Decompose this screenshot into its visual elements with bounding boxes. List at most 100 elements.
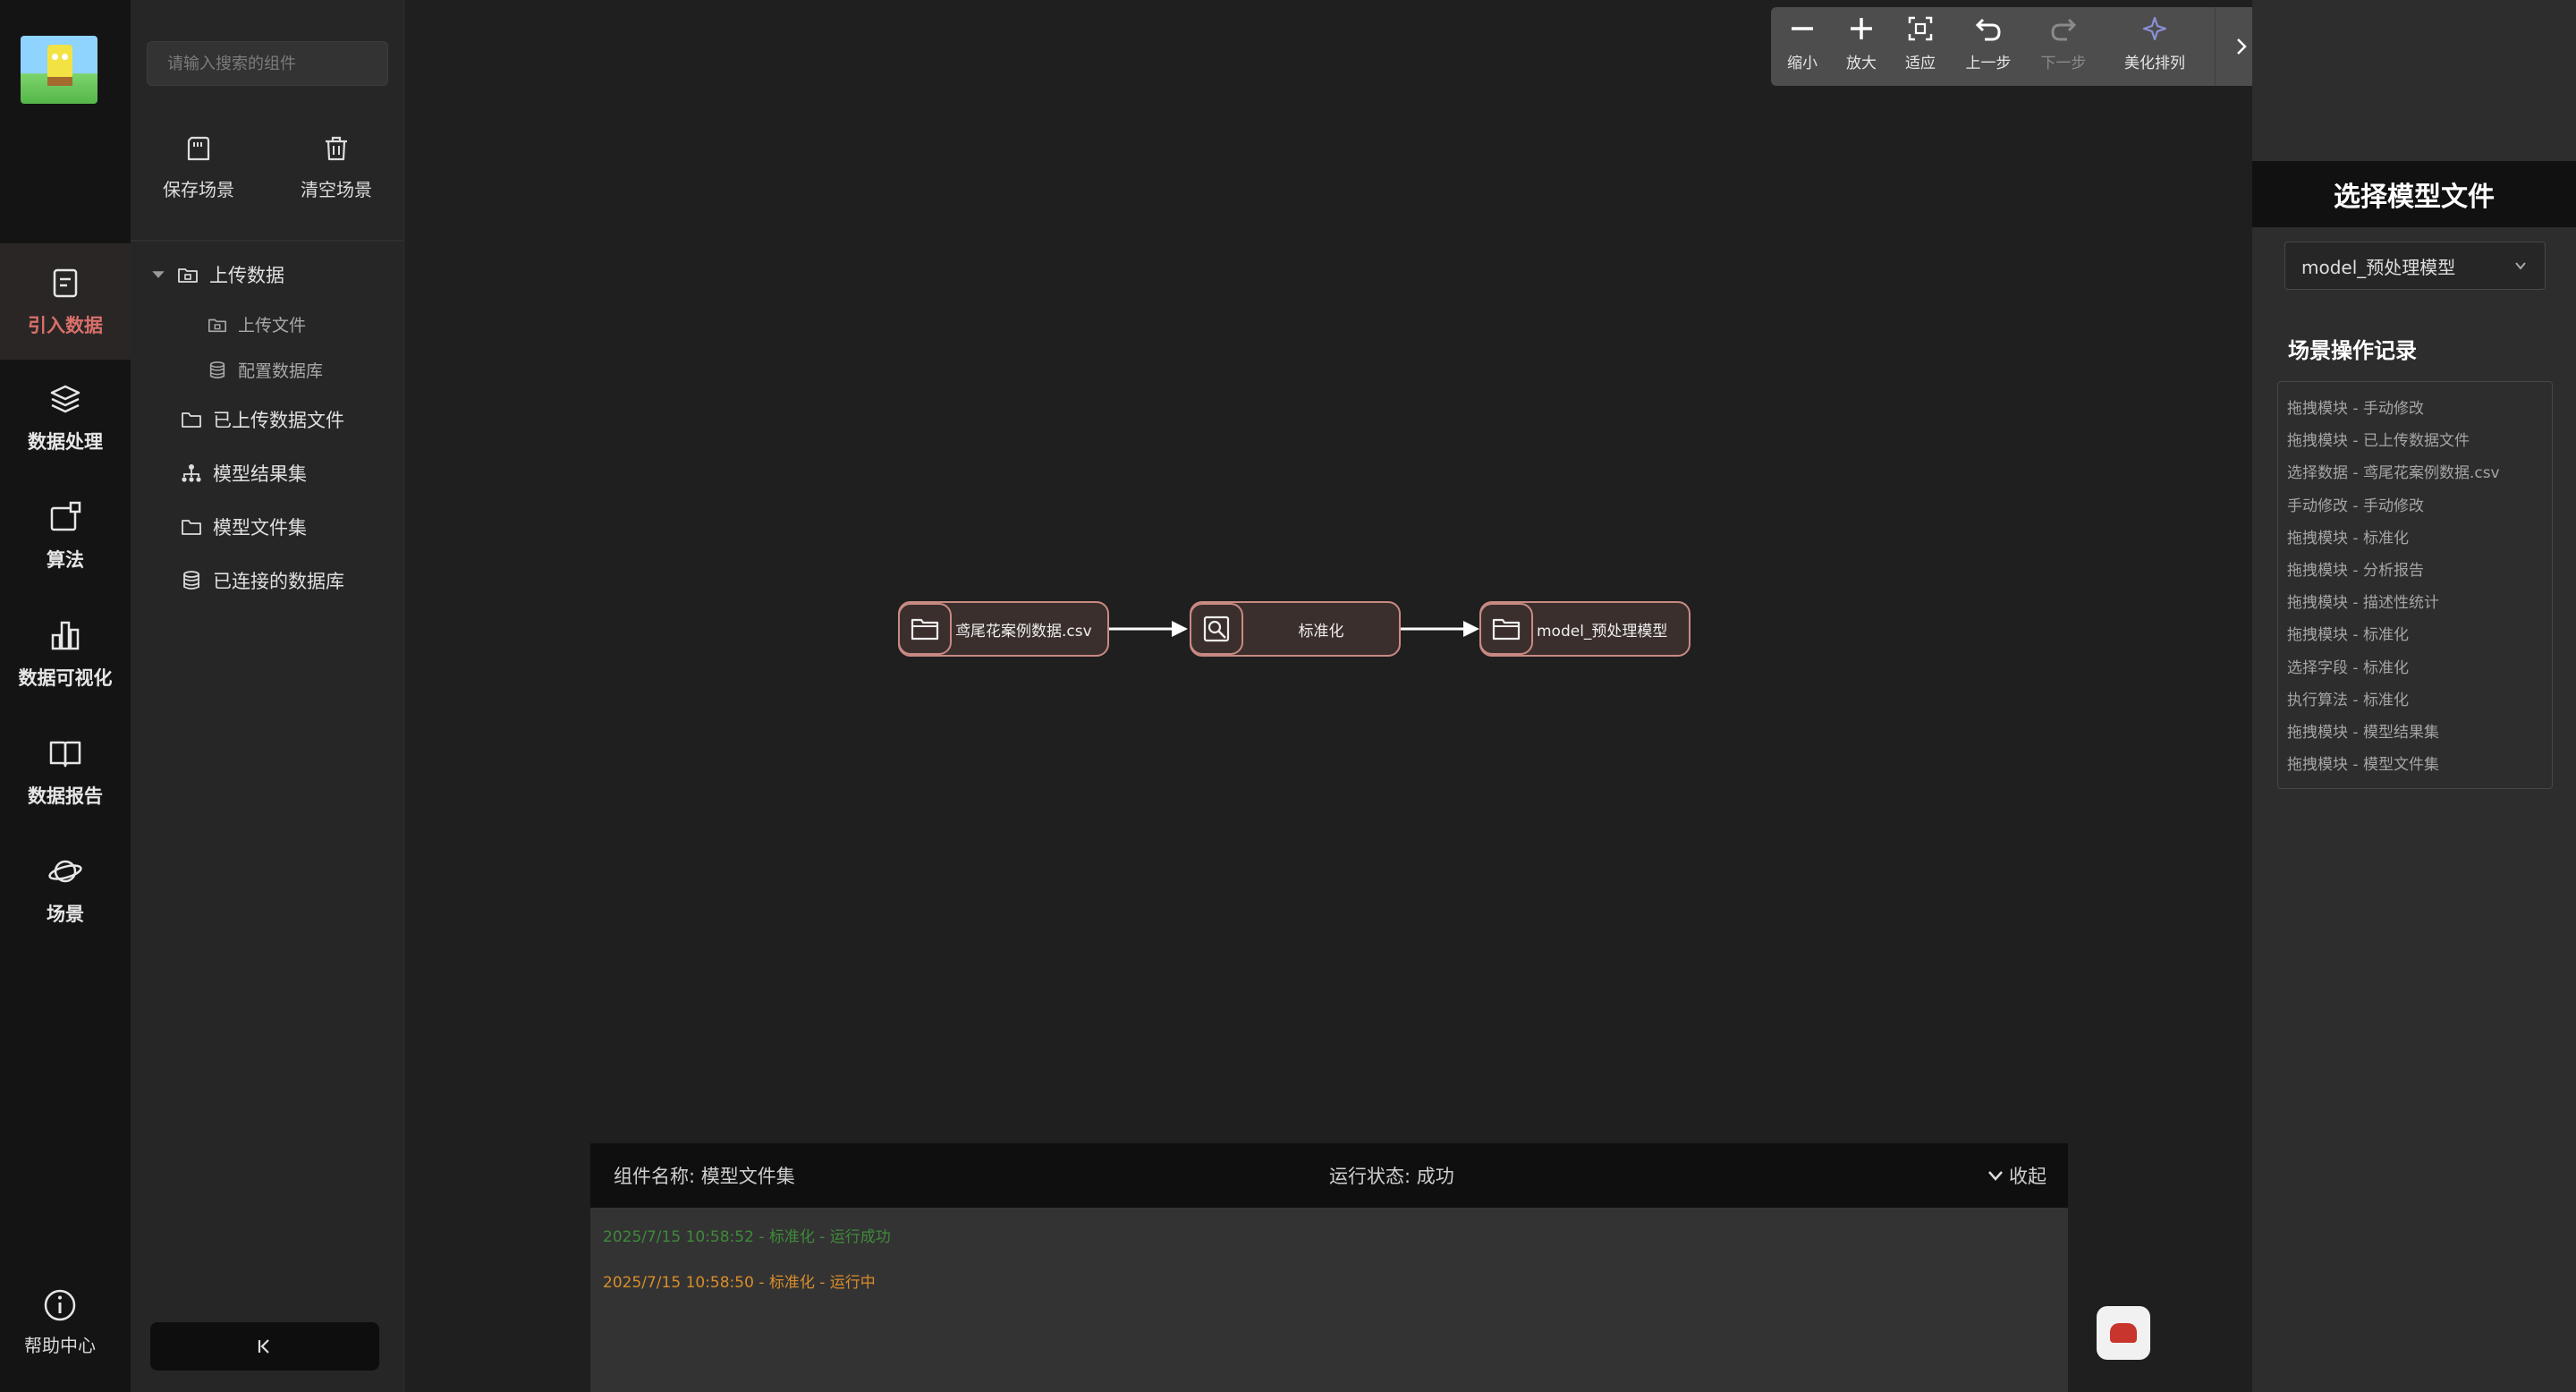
model-file-select[interactable]: model_预处理模型 <box>2284 242 2546 290</box>
search-input[interactable] <box>147 41 388 86</box>
list-item: 拖拽模块 - 手动修改 <box>2287 400 2424 418</box>
clear-scene-button[interactable]: 清空场景 <box>283 134 390 201</box>
undo-label: 上一步 <box>1965 55 2012 72</box>
nav-label: 引入数据 <box>28 315 103 336</box>
list-item: 拖拽模块 - 分析报告 <box>2287 561 2424 580</box>
save-scene-button[interactable]: 保存场景 <box>145 134 252 201</box>
tree-label: 模型结果集 <box>213 463 307 485</box>
bar-chart-icon <box>51 621 80 650</box>
list-item: 手动修改 - 手动修改 <box>2287 497 2424 515</box>
help-label: 帮助中心 <box>24 1335 96 1356</box>
nav-item-report[interactable]: 数据报告 <box>0 714 131 830</box>
tree-label: 上传数据 <box>209 265 284 286</box>
node-label: 标准化 <box>1298 622 1344 641</box>
operation-records-list: 拖拽模块 - 手动修改 拖拽模块 - 已上传数据文件 选择数据 - 鸢尾花案例数… <box>2277 381 2553 789</box>
tree-node-upload-data[interactable]: 上传数据 <box>150 261 284 288</box>
properties-panel: 选择模型文件 model_预处理模型 场景操作记录 拖拽模块 - 手动修改 拖拽… <box>2252 0 2576 1392</box>
nav-item-data-processing[interactable]: 数据处理 <box>0 360 131 476</box>
nav-item-algorithm[interactable]: 算法 <box>0 478 131 594</box>
chevron-down-icon <box>1988 1171 2003 1181</box>
beautify-label: 美化排列 <box>2124 55 2185 72</box>
tree-label: 配置数据库 <box>238 361 324 381</box>
run-log-header: 组件名称: 模型文件集 运行状态: 成功 收起 <box>590 1143 2068 1208</box>
panel-title: 选择模型文件 <box>2252 161 2576 227</box>
list-item: 拖拽模块 - 模型结果集 <box>2287 723 2439 742</box>
list-item: 执行算法 - 标准化 <box>2287 691 2409 709</box>
avatar-character-pants <box>47 77 72 86</box>
log-line: 2025/7/15 10:58:52 - 标准化 - 运行成功 <box>603 1228 891 1246</box>
book-icon <box>49 741 81 768</box>
fit-label: 适应 <box>1905 55 1936 72</box>
list-item: 拖拽模块 - 标准化 <box>2287 529 2409 547</box>
chevron-down-icon <box>2515 262 2526 270</box>
list-item: 拖拽模块 - 描述性统计 <box>2287 594 2439 613</box>
database-icon <box>209 361 225 378</box>
flow-node-standardize[interactable]: 标准化 <box>1190 601 1401 657</box>
flow-node-model[interactable]: model_预处理模型 <box>1479 601 1690 657</box>
nav-item-visualization[interactable]: 数据可视化 <box>0 596 131 712</box>
tree-node-uploaded-files[interactable]: 已上传数据文件 <box>181 406 344 433</box>
clear-scene-label: 清空场景 <box>301 179 372 200</box>
select-value: model_预处理模型 <box>2301 256 2456 278</box>
run-log-panel: 组件名称: 模型文件集 运行状态: 成功 收起 2025/7/15 10:58:… <box>590 1143 2068 1392</box>
tree-node-model-results[interactable]: 模型结果集 <box>181 460 307 487</box>
sparkle-icon <box>2142 16 2167 41</box>
redo-button[interactable]: 下一步 <box>2032 13 2095 82</box>
collapse-panel-button[interactable] <box>150 1322 379 1371</box>
fit-view-icon <box>1908 16 1933 41</box>
folder-icon <box>182 520 201 535</box>
inspect-icon <box>1203 615 1230 642</box>
node-label: 鸢尾花案例数据.csv <box>955 622 1092 641</box>
tree-node-config-db[interactable]: 配置数据库 <box>208 358 323 382</box>
minus-icon <box>1792 27 1813 30</box>
undo-icon <box>1975 18 2001 41</box>
flow-node-dataset[interactable]: 鸢尾花案例数据.csv <box>898 601 1109 657</box>
nav-label: 数据可视化 <box>18 667 113 689</box>
planet-icon <box>48 860 82 883</box>
avatar-character <box>47 45 72 79</box>
nav-label: 数据处理 <box>28 431 103 453</box>
nav-label: 数据报告 <box>28 785 103 807</box>
tree-node-upload-file[interactable]: 上传文件 <box>208 312 306 336</box>
help-center-button[interactable]: 帮助中心 <box>0 1288 120 1378</box>
tree-label: 上传文件 <box>238 316 307 335</box>
flow-node-dataset-icon-box <box>898 603 952 655</box>
node-label: model_预处理模型 <box>1537 622 1668 641</box>
tree-node-connected-db[interactable]: 已连接的数据库 <box>181 567 344 594</box>
flow-edge-arrow <box>1109 621 1188 637</box>
list-item: 选择数据 - 鸢尾花案例数据.csv <box>2287 464 2500 483</box>
plus-icon <box>1851 18 1872 39</box>
list-item: 选择字段 - 标准化 <box>2287 658 2409 677</box>
collapse-label: 收起 <box>2009 1166 2046 1187</box>
fit-view-button[interactable]: 适应 <box>1889 13 1952 82</box>
assistant-logo-button[interactable] <box>2097 1306 2150 1360</box>
undo-button[interactable]: 上一步 <box>1957 13 2020 82</box>
tree-label: 模型文件集 <box>213 517 307 539</box>
clipboard-icon <box>53 268 78 298</box>
redo-label: 下一步 <box>2040 55 2087 72</box>
folder-icon <box>182 412 201 428</box>
collapse-log-button[interactable]: 收起 <box>1986 1162 2046 1189</box>
component-name: 组件名称: 模型文件集 <box>614 1166 795 1187</box>
trash-icon <box>326 136 347 161</box>
layers-icon <box>50 385 80 413</box>
hierarchy-icon <box>182 464 201 482</box>
zoom-out-label: 缩小 <box>1787 55 1818 72</box>
beautify-layout-button[interactable]: 美化排列 <box>2114 13 2195 82</box>
zoom-out-button[interactable]: 缩小 <box>1771 13 1834 82</box>
nav-item-import-data[interactable]: 引入数据 <box>0 243 131 360</box>
avatar[interactable] <box>21 36 97 104</box>
flow-edge-arrow <box>1401 621 1479 637</box>
flow-node-standardize-icon-box <box>1190 603 1243 655</box>
chevron-right-icon <box>2236 38 2247 55</box>
nav-label: 算法 <box>47 549 84 571</box>
canvas-toolbar: 缩小 放大 适应 上一步 下一步 美化排列 <box>1771 7 2215 86</box>
tree-node-model-files[interactable]: 模型文件集 <box>181 514 307 540</box>
zoom-in-label: 放大 <box>1846 55 1877 72</box>
zoom-in-button[interactable]: 放大 <box>1830 13 1893 82</box>
nav-rail: 引入数据 数据处理 算法 数据可视化 数据报告 场景 帮助中心 <box>0 0 131 1392</box>
divider <box>131 240 404 242</box>
folder-upload-icon <box>178 268 198 283</box>
save-scene-label: 保存场景 <box>163 179 234 200</box>
nav-item-scene[interactable]: 场景 <box>0 832 131 948</box>
